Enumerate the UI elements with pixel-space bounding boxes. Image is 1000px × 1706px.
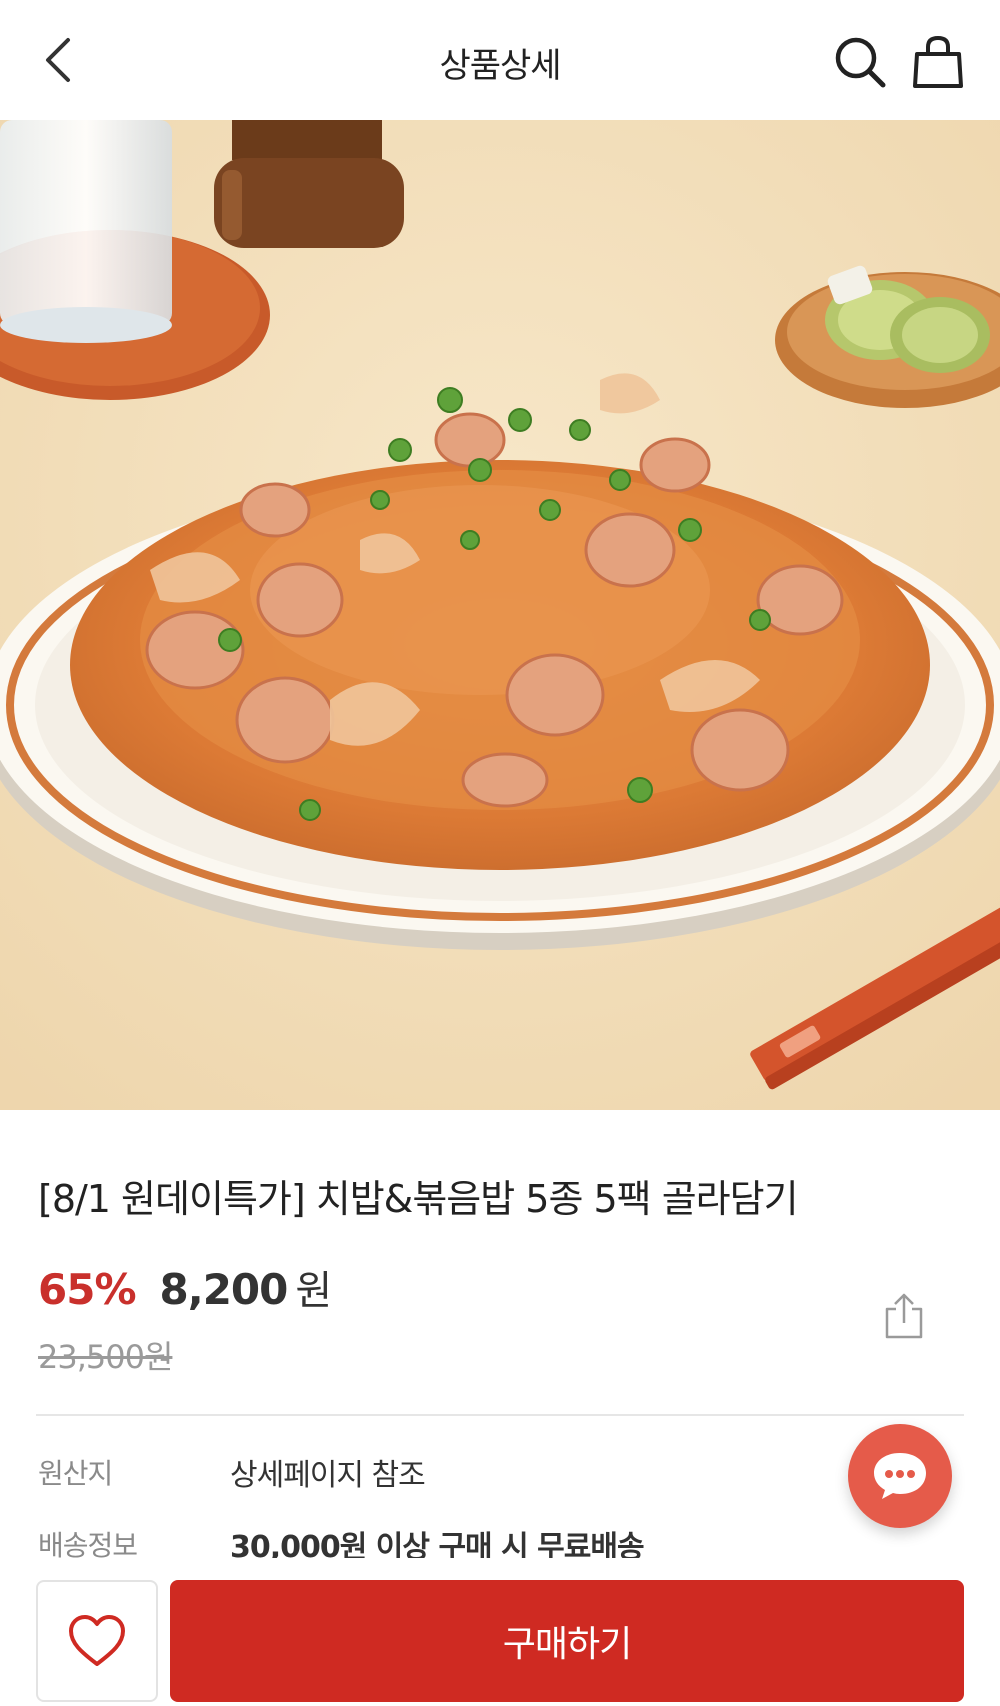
search-button[interactable] [828,30,892,94]
share-button[interactable] [876,1288,932,1344]
search-icon [835,37,886,88]
original-price: 23,500원 [38,1338,173,1376]
discount-rate: 65% [38,1265,137,1314]
origin-value: 상세페이지 참조 [230,1458,426,1493]
product-image [0,120,1000,1110]
share-icon [885,1293,923,1339]
section-divider [36,1414,964,1416]
product-photo [0,120,1000,1110]
bottom-action-bar: 구매하기 [0,1558,1000,1706]
chat-bubble-icon [874,1453,926,1499]
currency-unit: 원 [295,1268,333,1314]
shopping-bag-icon [913,35,963,88]
sale-price: 8,200 [159,1265,289,1314]
chat-button[interactable] [848,1424,952,1528]
price-row: 65% 8,200 원 [38,1258,332,1316]
cart-button[interactable] [906,30,970,94]
buy-button[interactable]: 구매하기 [170,1580,964,1702]
product-title: [8/1 원데이특가] 치밥&볶음밥 5종 5팩 골라담기 [38,1177,799,1221]
top-header: 상품상세 [0,0,1000,120]
origin-label: 원산지 [38,1457,113,1490]
heart-icon [69,1615,125,1666]
wishlist-button[interactable] [36,1580,158,1702]
